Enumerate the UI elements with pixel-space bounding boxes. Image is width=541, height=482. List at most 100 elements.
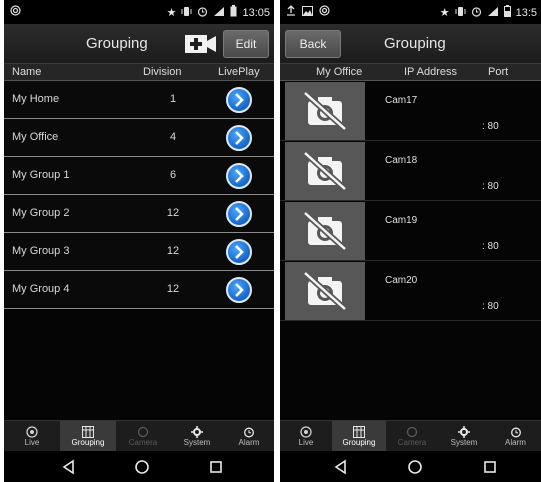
home-circle-icon[interactable] xyxy=(406,458,424,476)
battery-icon xyxy=(230,5,237,21)
group-row-my-group-1[interactable]: My Group 1 6 xyxy=(4,157,274,195)
tab-alarm[interactable]: Alarm xyxy=(490,421,541,452)
wifi-icon xyxy=(10,5,21,20)
col-division: Division xyxy=(143,66,182,78)
image-icon xyxy=(302,5,313,20)
alarm-icon xyxy=(224,425,274,438)
tab-grouping[interactable]: Grouping xyxy=(332,421,386,452)
group-division: 12 xyxy=(166,283,180,295)
vibrate-icon xyxy=(181,6,192,21)
group-name: My Office xyxy=(12,131,59,143)
back-triangle-icon[interactable] xyxy=(60,458,78,476)
group-division: 4 xyxy=(169,131,177,143)
clock-text: 13:5 xyxy=(515,7,537,19)
group-division: 6 xyxy=(169,169,177,181)
camera-icon xyxy=(116,425,170,438)
status-bar: ★ 13:05 xyxy=(4,0,274,24)
android-nav-bar xyxy=(4,451,274,482)
col-liveplay: LivePlay xyxy=(218,66,260,78)
edit-button[interactable]: Edit xyxy=(223,30,269,58)
android-nav-bar xyxy=(280,451,541,482)
status-bar: ★ 13:5 xyxy=(280,0,541,24)
upload-icon xyxy=(286,5,296,20)
camera-row-cam19[interactable]: Cam19 : 80 xyxy=(280,201,541,261)
group-name: My Group 1 xyxy=(12,169,70,181)
top-header: Grouping Edit xyxy=(4,24,274,64)
page-title: Grouping xyxy=(86,35,148,52)
camera-unavailable-icon xyxy=(285,202,365,260)
camera-row-cam20[interactable]: Cam20 : 80 xyxy=(280,261,541,321)
camera-unavailable-icon xyxy=(285,262,365,320)
camera-name: Cam18 xyxy=(385,155,418,166)
tab-system[interactable]: System xyxy=(170,421,224,452)
bottom-tab-bar: Live Grouping Camera System Alarm xyxy=(4,420,274,452)
group-name: My Group 2 xyxy=(12,207,70,219)
recent-apps-icon[interactable] xyxy=(207,458,225,476)
camera-row-cam17[interactable]: Cam17 : 80 xyxy=(280,81,541,141)
col-ip-address: IP Address xyxy=(404,66,457,78)
clock-text: 13:05 xyxy=(242,7,270,19)
col-name: Name xyxy=(12,66,42,78)
tab-alarm[interactable]: Alarm xyxy=(224,421,274,452)
play-arrow-icon[interactable] xyxy=(226,277,252,303)
group-row-my-home[interactable]: My Home 1 xyxy=(4,81,274,119)
play-arrow-icon[interactable] xyxy=(226,163,252,189)
group-name: My Group 4 xyxy=(12,283,70,295)
col-port: Port xyxy=(488,66,509,78)
tab-system[interactable]: System xyxy=(438,421,490,452)
column-headers: Name Division LivePlay xyxy=(4,64,274,81)
group-name: My Home xyxy=(12,93,60,105)
grouping-icon xyxy=(60,425,116,438)
group-row-my-group-4[interactable]: My Group 4 12 xyxy=(4,271,274,309)
camera-name: Cam17 xyxy=(385,95,418,106)
column-headers: My Office IP Address Port xyxy=(280,64,541,81)
vibrate-icon xyxy=(455,6,466,21)
group-division: 12 xyxy=(166,207,180,219)
grouping-list-screen: ★ 13:05 Grouping Edit Name Division Live… xyxy=(4,0,274,482)
tab-live[interactable]: Live xyxy=(4,421,60,452)
gear-icon xyxy=(170,425,224,438)
group-row-my-office[interactable]: My Office 4 xyxy=(4,119,274,157)
camera-unavailable-icon xyxy=(285,82,365,140)
tab-grouping[interactable]: Grouping xyxy=(60,421,116,452)
alarm-clock-icon xyxy=(471,6,482,21)
col-group-name: My Office xyxy=(316,66,363,78)
wifi-icon xyxy=(319,5,330,20)
camera-name: Cam20 xyxy=(385,275,418,286)
tab-camera[interactable]: Camera xyxy=(116,421,170,452)
gear-icon xyxy=(438,425,490,438)
recent-apps-icon[interactable] xyxy=(481,458,499,476)
play-arrow-icon[interactable] xyxy=(226,87,252,113)
group-division: 12 xyxy=(166,245,180,257)
play-arrow-icon[interactable] xyxy=(226,201,252,227)
signal-icon xyxy=(487,6,499,21)
top-header: Back Grouping xyxy=(280,24,541,64)
live-icon xyxy=(280,425,332,438)
group-division: 1 xyxy=(169,93,177,105)
star-icon: ★ xyxy=(166,7,177,19)
play-arrow-icon[interactable] xyxy=(226,125,252,151)
tab-camera[interactable]: Camera xyxy=(386,421,438,452)
signal-icon xyxy=(213,6,225,21)
play-arrow-icon[interactable] xyxy=(226,239,252,265)
camera-port: : 80 xyxy=(482,241,499,252)
camera-port: : 80 xyxy=(482,301,499,312)
camera-port: : 80 xyxy=(482,181,499,192)
add-camera-icon[interactable] xyxy=(185,35,217,58)
camera-icon xyxy=(386,425,438,438)
group-row-my-group-2[interactable]: My Group 2 12 xyxy=(4,195,274,233)
tab-live[interactable]: Live xyxy=(280,421,332,452)
group-row-my-group-3[interactable]: My Group 3 12 xyxy=(4,233,274,271)
battery-icon xyxy=(503,5,511,21)
home-circle-icon[interactable] xyxy=(133,458,151,476)
group-cameras-screen: ★ 13:5 Back Grouping My Office IP Addres… xyxy=(280,0,541,482)
back-button[interactable]: Back xyxy=(285,30,341,58)
page-title: Grouping xyxy=(384,35,446,52)
back-triangle-icon[interactable] xyxy=(332,458,350,476)
camera-row-cam18[interactable]: Cam18 : 80 xyxy=(280,141,541,201)
grouping-icon xyxy=(332,425,386,438)
group-name: My Group 3 xyxy=(12,245,70,257)
alarm-icon xyxy=(490,425,541,438)
camera-unavailable-icon xyxy=(285,142,365,200)
camera-port: : 80 xyxy=(482,121,499,132)
